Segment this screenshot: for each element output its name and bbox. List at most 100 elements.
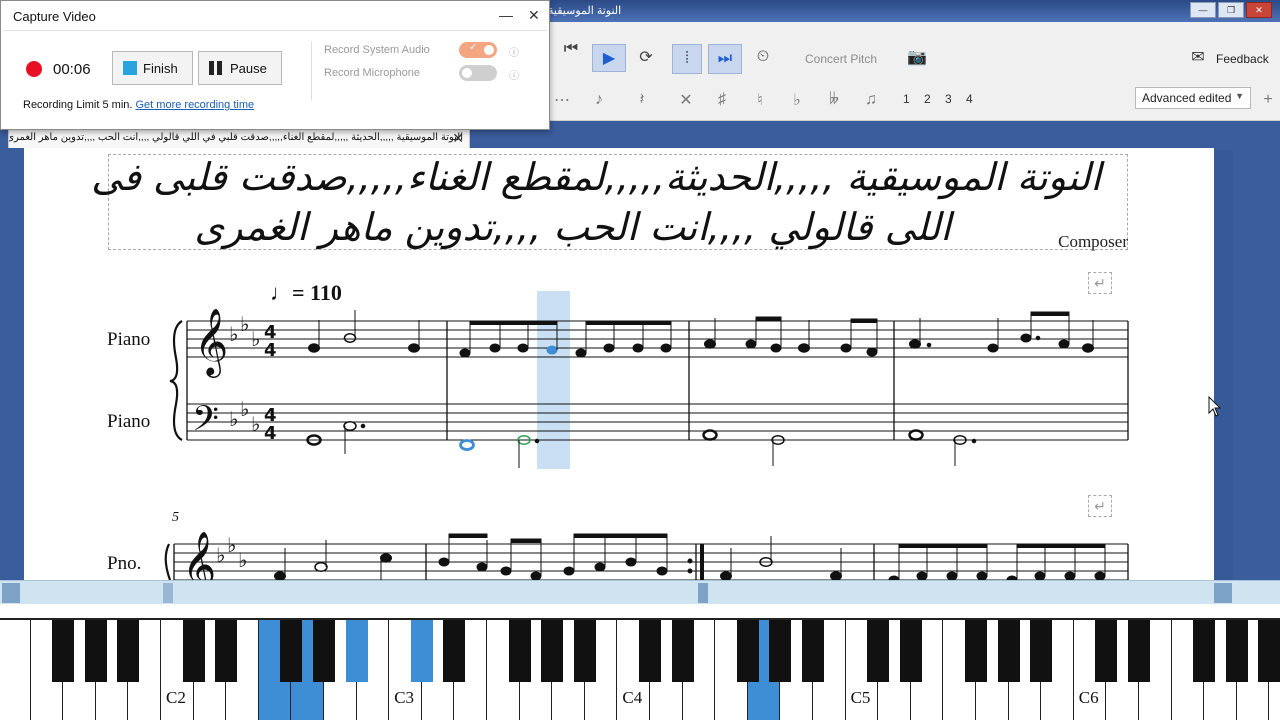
treble-clef-icon: 𝄞 — [194, 307, 228, 378]
camera-icon[interactable]: 📷 — [904, 44, 930, 70]
rewind-icon[interactable]: ⏮ — [560, 36, 582, 62]
black-key[interactable] — [639, 620, 661, 682]
key-label: C5 — [850, 688, 871, 707]
flat-icon[interactable]: ♭ — [787, 88, 807, 112]
close-icon[interactable]: ✕ — [528, 7, 540, 24]
brace-2 — [164, 543, 172, 580]
score-tab[interactable]: النوتة الموسيقية ,,,,,الحديثة ,,,,,لمقطع… — [8, 128, 470, 148]
score-frame-left — [0, 148, 24, 580]
black-key[interactable] — [1128, 620, 1150, 682]
black-key[interactable] — [215, 620, 238, 682]
chevron-down-icon: ▼ — [1235, 91, 1244, 101]
black-key[interactable] — [410, 620, 433, 682]
workspace-select-value: Advanced edited — [1142, 91, 1232, 105]
svg-text:♭: ♭ — [229, 407, 238, 431]
natural-icon[interactable]: ♮ — [750, 88, 770, 112]
black-key[interactable] — [84, 620, 107, 682]
black-key[interactable] — [997, 620, 1020, 682]
black-key[interactable] — [867, 620, 890, 682]
black-key[interactable] — [52, 620, 75, 682]
black-key[interactable] — [1030, 620, 1053, 682]
key-label: C6 — [1078, 688, 1099, 707]
window-minimize-button[interactable]: — — [1190, 2, 1216, 18]
svg-text:4: 4 — [264, 340, 277, 361]
flip-direction-icon[interactable]: ♫ — [860, 88, 882, 112]
black-key[interactable] — [182, 620, 205, 682]
svg-text:♭: ♭ — [238, 548, 247, 572]
voice-4[interactable]: 4 — [966, 92, 973, 106]
svg-text:♭: ♭ — [227, 533, 236, 557]
metronome-icon[interactable]: ⏲ — [752, 44, 774, 70]
pause-button[interactable]: Pause — [198, 51, 282, 85]
brace — [169, 320, 183, 441]
treble-clef-icon: 𝄞 — [182, 530, 216, 580]
recording-limit-text: Recording Limit 5 min. — [23, 99, 133, 111]
window-close-button[interactable]: ✕ — [1246, 2, 1272, 18]
window-title: النوتة الموسيقية — [548, 5, 622, 17]
close-tab-icon[interactable]: ✕ — [452, 130, 464, 147]
score-scrollbar[interactable] — [1213, 150, 1233, 580]
concert-pitch-label[interactable]: Concert Pitch — [805, 52, 877, 66]
svg-text:4: 4 — [264, 423, 277, 444]
notes-m1-treble — [308, 310, 420, 353]
black-key[interactable] — [117, 620, 140, 682]
tie-icon[interactable]: ♪ — [585, 88, 613, 112]
black-key[interactable] — [443, 620, 466, 682]
black-key[interactable] — [769, 620, 792, 682]
minimize-icon[interactable]: — — [499, 7, 513, 23]
voice-1[interactable]: 1 — [903, 92, 910, 106]
timeline-block — [1214, 583, 1232, 603]
black-key[interactable] — [573, 620, 596, 682]
score-page[interactable]: النوتة الموسيقية ,,,,,الحديثة,,,,,لمقطع … — [24, 148, 1214, 580]
voice-3[interactable]: 3 — [945, 92, 952, 106]
record-indicator-icon — [26, 61, 42, 77]
black-key[interactable] — [345, 620, 368, 682]
mail-icon: ✉ — [1191, 49, 1205, 66]
more-icon[interactable]: ⋯ — [554, 88, 570, 112]
microphone-toggle[interactable] — [459, 65, 497, 81]
staff-lines — [174, 320, 1128, 580]
sharp-icon[interactable]: ♯ — [712, 88, 732, 112]
play-button[interactable]: ▶ — [592, 44, 626, 72]
black-key[interactable] — [736, 620, 759, 682]
add-toolbar-icon[interactable]: + — [1262, 88, 1274, 112]
black-key[interactable] — [671, 620, 694, 682]
mouse-cursor-icon — [1208, 396, 1222, 417]
key-label: C4 — [622, 688, 643, 707]
play-panel-icon[interactable]: ⏭ — [708, 44, 742, 74]
system-audio-toggle[interactable] — [459, 42, 497, 58]
timeline-block — [163, 583, 173, 603]
voice-2[interactable]: 2 — [924, 92, 931, 106]
black-key[interactable] — [899, 620, 922, 682]
black-key[interactable] — [1225, 620, 1248, 682]
double-flat-icon[interactable]: 𝄫 — [823, 88, 845, 112]
black-key[interactable] — [541, 620, 564, 682]
loop-icon[interactable]: ⟳ — [634, 44, 658, 70]
piano-gap — [0, 604, 1280, 618]
get-more-time-link[interactable]: Get more recording time — [136, 99, 255, 111]
feedback-label[interactable]: Feedback — [1216, 52, 1269, 66]
piano-keyboard[interactable]: C2 C3 C4 C5 C6 — [0, 618, 1280, 722]
info-icon[interactable]: ⓘ — [509, 67, 519, 82]
notes-bass — [306, 421, 977, 468]
score-notation[interactable]: 𝄞 𝄢 𝄞 ♭ ♭♭ ♭ ♭♭ ♭ ♭♭ 44 44 — [24, 148, 1214, 580]
black-key[interactable] — [280, 620, 303, 682]
black-key[interactable] — [802, 620, 824, 682]
pause-label: Pause — [230, 60, 267, 76]
black-key[interactable] — [508, 620, 531, 682]
white-key[interactable] — [0, 620, 31, 720]
rest-icon[interactable]: 𝄽 — [630, 88, 654, 112]
window-restore-button[interactable]: ❐ — [1218, 2, 1244, 18]
black-key[interactable] — [965, 620, 987, 682]
workspace-select[interactable]: Advanced edited ▼ — [1135, 87, 1251, 109]
timeline-bar[interactable] — [0, 580, 1280, 606]
black-key[interactable] — [313, 620, 335, 682]
toggle-accidental-icon[interactable]: ✕ — [676, 88, 696, 112]
finish-button[interactable]: Finish — [112, 51, 193, 85]
black-key[interactable] — [1258, 620, 1280, 682]
divider — [3, 30, 547, 31]
loop-in-icon[interactable]: ⦙ — [672, 44, 702, 74]
black-key[interactable] — [1095, 620, 1118, 682]
info-icon[interactable]: ⓘ — [509, 44, 519, 59]
black-key[interactable] — [1193, 620, 1216, 682]
